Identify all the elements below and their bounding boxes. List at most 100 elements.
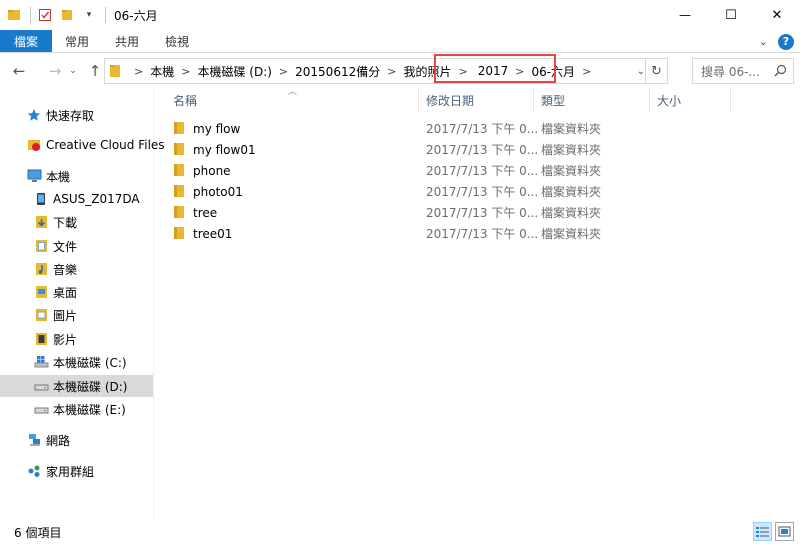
crumb-2017[interactable]: 2017 xyxy=(478,64,509,78)
chevron-right-icon[interactable]: > xyxy=(387,65,396,78)
tab-view[interactable]: 檢視 xyxy=(152,30,202,52)
properties-icon[interactable] xyxy=(37,7,53,23)
sidebar-item-downloads[interactable]: 下載 xyxy=(33,211,77,233)
toolbar-divider xyxy=(105,7,106,23)
breadcrumb: > 本機 > 本機磁碟 (D:) > 20150612備分 > 我的照片 > 2… xyxy=(127,63,598,80)
sidebar-item-drive-d[interactable]: 本機磁碟 (D:) xyxy=(0,375,153,397)
download-folder-icon xyxy=(33,214,49,230)
drive-icon xyxy=(33,378,49,394)
crumb-june[interactable]: 06-六月 xyxy=(531,63,575,80)
file-date: 2017/7/13 下午 0... xyxy=(426,185,539,199)
file-row[interactable]: tree01 2017/7/13 下午 0... 檔案資料夾 xyxy=(163,223,633,244)
tab-home[interactable]: 常用 xyxy=(52,30,102,52)
address-bar[interactable]: > 本機 > 本機磁碟 (D:) > 20150612備分 > 我的照片 > 2… xyxy=(104,58,668,84)
folder-icon xyxy=(173,184,185,201)
file-type: 檔案資料夾 xyxy=(541,122,602,136)
sidebar-item-label: 桌面 xyxy=(53,285,78,300)
tab-share[interactable]: 共用 xyxy=(102,30,152,52)
sidebar-item-videos[interactable]: 影片 xyxy=(33,328,77,350)
recent-locations-icon[interactable]: ⌄ xyxy=(66,60,80,82)
file-date: 2017/7/13 下午 0... xyxy=(426,227,539,241)
file-name: tree01 xyxy=(193,226,233,241)
view-switcher xyxy=(753,522,794,541)
chevron-right-icon[interactable]: > xyxy=(279,65,288,78)
new-folder-icon[interactable] xyxy=(59,7,75,23)
file-row[interactable]: my flow01 2017/7/13 下午 0... 檔案資料夾 xyxy=(163,139,633,160)
column-header-size[interactable]: 大小 xyxy=(657,88,681,112)
close-button[interactable]: ✕ xyxy=(754,0,800,30)
chevron-right-icon[interactable]: > xyxy=(181,65,190,78)
file-row[interactable]: tree 2017/7/13 下午 0... 檔案資料夾 xyxy=(163,202,633,223)
refresh-icon[interactable]: ↻ xyxy=(645,59,667,83)
expand-ribbon-icon[interactable]: ⌄ xyxy=(759,35,768,48)
sidebar-item-creative-cloud[interactable]: Creative Cloud Files xyxy=(26,134,165,156)
sidebar-item-quick-access[interactable]: 快速存取 xyxy=(26,104,94,126)
file-name: phone xyxy=(193,163,231,178)
minimize-button[interactable]: — xyxy=(662,0,708,30)
tab-file[interactable]: 檔案 xyxy=(0,30,53,52)
sidebar-item-documents[interactable]: 文件 xyxy=(33,235,77,257)
address-history-icon[interactable]: ⌄ xyxy=(637,59,645,83)
search-input[interactable]: 搜尋 06-... xyxy=(692,58,794,84)
column-divider[interactable] xyxy=(533,88,534,112)
sidebar-item-pictures[interactable]: 圖片 xyxy=(33,304,77,326)
quick-access-toolbar: ▾ 06-六月 xyxy=(0,0,158,30)
desktop-folder-icon xyxy=(33,284,49,300)
maximize-button[interactable]: ☐ xyxy=(708,0,754,30)
crumb-my-photos[interactable]: 我的照片 xyxy=(403,63,451,80)
sidebar-item-desktop[interactable]: 桌面 xyxy=(33,281,77,303)
sidebar-item-drive-e[interactable]: 本機磁碟 (E:) xyxy=(33,398,126,420)
crumb-this-pc[interactable]: 本機 xyxy=(150,63,174,80)
creative-cloud-icon xyxy=(26,137,42,153)
chevron-right-icon[interactable]: > xyxy=(515,65,524,78)
column-header-date[interactable]: 修改日期 xyxy=(426,88,474,112)
sidebar-item-this-pc[interactable]: 本機 xyxy=(26,165,70,187)
status-bar: 6 個項目 xyxy=(0,520,800,545)
folder-icon[interactable] xyxy=(6,7,22,23)
file-name: photo01 xyxy=(193,184,243,199)
help-icon[interactable]: ? xyxy=(778,33,794,50)
navigation-pane: 快速存取 Creative Cloud Files 本機 ASUS_Z017DA… xyxy=(0,88,165,520)
details-view-icon[interactable] xyxy=(753,522,772,541)
file-name: my flow xyxy=(193,121,241,136)
search-placeholder: 搜尋 06-... xyxy=(701,64,760,79)
file-name: tree xyxy=(193,205,218,220)
column-divider[interactable] xyxy=(649,88,650,112)
forward-arrow-icon[interactable]: → xyxy=(44,60,66,82)
sidebar-item-label: 音樂 xyxy=(53,262,78,277)
folder-icon xyxy=(173,121,185,138)
crumb-drive-d[interactable]: 本機磁碟 (D:) xyxy=(197,63,271,80)
file-date: 2017/7/13 下午 0... xyxy=(426,143,539,157)
column-divider[interactable] xyxy=(730,88,731,112)
sidebar-item-asus-phone[interactable]: ASUS_Z017DA xyxy=(33,188,140,210)
customize-toolbar-icon[interactable]: ▾ xyxy=(81,7,97,23)
large-icons-view-icon[interactable] xyxy=(775,522,794,541)
up-arrow-icon[interactable]: ↑ xyxy=(84,60,106,82)
chevron-right-icon[interactable]: > xyxy=(134,65,143,78)
back-arrow-icon[interactable]: ← xyxy=(8,60,30,82)
file-row[interactable]: my flow 2017/7/13 下午 0... 檔案資料夾 xyxy=(163,118,633,139)
sidebar-item-homegroup[interactable]: 家用群組 xyxy=(26,460,94,482)
crumb-backup[interactable]: 20150612備分 xyxy=(295,63,380,80)
videos-folder-icon xyxy=(33,331,49,347)
sidebar-item-music[interactable]: 音樂 xyxy=(33,258,77,280)
sidebar-item-label: 下載 xyxy=(53,215,78,230)
file-type: 檔案資料夾 xyxy=(541,164,602,178)
sidebar-item-label: 本機 xyxy=(46,169,71,184)
column-divider[interactable] xyxy=(418,88,419,112)
homegroup-icon xyxy=(26,463,42,479)
sidebar-item-network[interactable]: 網路 xyxy=(26,429,70,451)
folder-icon xyxy=(173,226,185,243)
ribbon-tabs: 檔案 常用 共用 檢視 ⌄ ? xyxy=(0,30,800,53)
sidebar-item-drive-c[interactable]: 本機磁碟 (C:) xyxy=(33,351,127,373)
chevron-right-icon[interactable]: > xyxy=(582,65,591,78)
folder-icon xyxy=(173,163,185,180)
search-icon xyxy=(774,64,787,80)
column-header-name[interactable]: 名稱 xyxy=(173,88,197,112)
chevron-right-icon[interactable]: > xyxy=(458,65,467,78)
column-header-type[interactable]: 類型 xyxy=(541,88,565,112)
sidebar-item-label: Creative Cloud Files xyxy=(46,138,165,152)
file-row[interactable]: phone 2017/7/13 下午 0... 檔案資料夾 xyxy=(163,160,633,181)
star-icon xyxy=(26,107,42,123)
file-row[interactable]: photo01 2017/7/13 下午 0... 檔案資料夾 xyxy=(163,181,633,202)
